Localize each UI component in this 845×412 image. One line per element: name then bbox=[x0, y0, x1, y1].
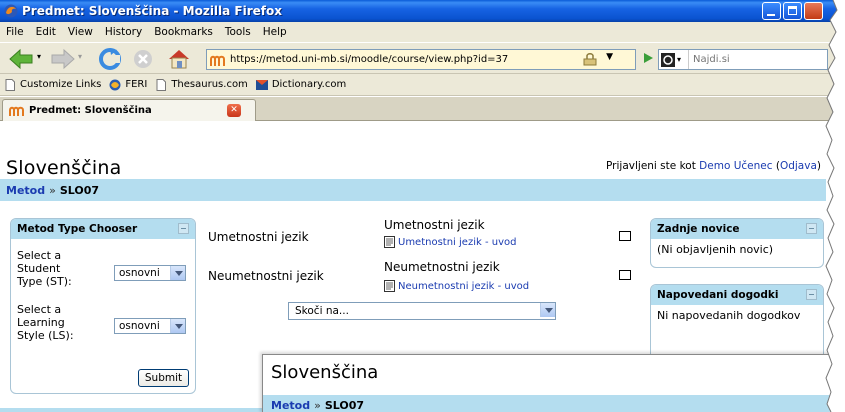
dictionary-icon bbox=[255, 79, 268, 90]
tab-label: Predmet: Slovenščina bbox=[29, 105, 152, 116]
url-dropdown-icon[interactable]: ▼ bbox=[606, 52, 613, 62]
window-title: Predmet: Slovenščina - Mozilla Firefox bbox=[22, 4, 283, 18]
events-block: Napovedani dogodki Ni napovedanih dogodk… bbox=[650, 284, 824, 360]
minimize-button[interactable] bbox=[762, 2, 781, 20]
overlay-breadcrumb-root-link[interactable]: Metod bbox=[271, 399, 310, 412]
chevron-down-icon bbox=[540, 303, 555, 317]
news-body: (Ni objavljenih novic) bbox=[657, 243, 774, 256]
overlay-breadcrumb: Metod » SLO07 bbox=[263, 395, 845, 412]
page-content: Slovenščina Prijavljeni ste kot Demo Uče… bbox=[0, 122, 845, 412]
news-block: Zadnje novice (Ni objavljenih novic) bbox=[650, 218, 824, 268]
breadcrumb-root-link[interactable]: Metod bbox=[6, 184, 45, 197]
url-bar[interactable]: ▼ bbox=[206, 49, 636, 70]
search-input[interactable] bbox=[689, 54, 819, 65]
tab-predmet-slovenscina[interactable]: Predmet: Slovenščina ✕ bbox=[2, 99, 256, 121]
block-header: Napovedani dogodki bbox=[651, 285, 823, 305]
stop-icon[interactable] bbox=[133, 49, 153, 69]
submit-button[interactable]: Submit bbox=[138, 369, 189, 387]
chevron-down-icon bbox=[170, 319, 185, 333]
bookmark-thesaurus[interactable]: Thesaurus.com bbox=[155, 78, 248, 91]
section-heading: Umetnostni jezik bbox=[384, 218, 485, 232]
breadcrumb-current: SLO07 bbox=[59, 183, 100, 197]
breadcrumb-separator: » bbox=[49, 183, 56, 197]
resource-link[interactable]: Neumetnostni jezik - uvod bbox=[384, 280, 529, 292]
search-engine-selector[interactable]: ▾ bbox=[659, 50, 689, 69]
menu-edit[interactable]: Edit bbox=[36, 26, 56, 38]
menu-tools[interactable]: Tools bbox=[225, 26, 251, 38]
section-name: Neumetnostni jezik bbox=[208, 269, 324, 283]
block-hide-icon[interactable] bbox=[806, 223, 817, 234]
tab-close-icon[interactable]: ✕ bbox=[227, 104, 241, 117]
menu-bookmarks[interactable]: Bookmarks bbox=[154, 26, 213, 38]
type-chooser-block: Metod Type Chooser Select a Student Type… bbox=[10, 218, 196, 394]
site-identity-icon[interactable] bbox=[583, 53, 597, 66]
menu-view[interactable]: View bbox=[68, 26, 93, 38]
go-arrow-icon[interactable] bbox=[641, 51, 655, 65]
block-hide-icon[interactable] bbox=[806, 289, 817, 300]
block-header: Metod Type Chooser bbox=[11, 219, 195, 239]
url-input[interactable] bbox=[230, 54, 560, 65]
close-button[interactable] bbox=[804, 2, 823, 20]
moodle-favicon-icon bbox=[210, 55, 225, 66]
forward-arrow-icon[interactable] bbox=[50, 47, 76, 71]
bookmark-customize-links[interactable]: Customize Links bbox=[4, 78, 101, 91]
highlight-checkbox[interactable] bbox=[619, 231, 631, 241]
document-icon bbox=[384, 236, 395, 248]
bookmarks-toolbar: Customize Links FERI Thesaurus.com Dicti… bbox=[0, 74, 845, 96]
maximize-button[interactable] bbox=[783, 2, 802, 20]
bookmark-dictionary[interactable]: Dictionary.com bbox=[255, 79, 346, 91]
menu-help[interactable]: Help bbox=[263, 26, 287, 38]
learning-style-select[interactable]: osnovni bbox=[114, 318, 186, 334]
breadcrumb: Metod » SLO07 bbox=[0, 179, 826, 201]
page-icon bbox=[156, 78, 167, 91]
breadcrumb-separator: » bbox=[314, 398, 321, 412]
section-name: Umetnostni jezik bbox=[208, 230, 309, 244]
search-engine-dropdown-icon: ▾ bbox=[677, 55, 682, 64]
back-arrow-icon[interactable] bbox=[8, 47, 36, 71]
page-icon bbox=[5, 78, 15, 91]
overlay-breadcrumb-current: SLO07 bbox=[324, 398, 365, 412]
back-dropdown-icon[interactable]: ▾ bbox=[37, 52, 41, 61]
login-info: Prijavljeni ste kot Demo Učenec (Odjava) bbox=[606, 160, 821, 172]
section-heading: Neumetnostni jezik bbox=[384, 260, 500, 274]
reload-icon[interactable] bbox=[97, 47, 123, 71]
resource-link[interactable]: Umetnostni jezik - uvod bbox=[384, 236, 516, 248]
menu-bar: File Edit View History Bookmarks Tools H… bbox=[0, 22, 845, 42]
events-body: Ni napovedanih dogodkov bbox=[657, 309, 801, 322]
course-title: Slovenščina bbox=[6, 157, 122, 179]
tab-strip: Predmet: Slovenščina ✕ bbox=[0, 97, 845, 121]
menu-history[interactable]: History bbox=[105, 26, 142, 38]
home-icon[interactable] bbox=[166, 47, 192, 71]
chevron-down-icon bbox=[170, 266, 185, 280]
search-engine-icon bbox=[661, 52, 675, 67]
forward-dropdown-icon[interactable]: ▾ bbox=[78, 52, 82, 61]
student-type-label: Select a Student Type (ST): bbox=[17, 249, 72, 288]
document-icon bbox=[384, 280, 395, 292]
navigation-toolbar: ▾ ▾ ▼ ▾ bbox=[0, 42, 845, 74]
search-bar[interactable]: ▾ bbox=[658, 49, 828, 70]
student-type-select[interactable]: osnovni bbox=[114, 265, 186, 281]
feri-icon bbox=[109, 79, 121, 90]
footer-strip bbox=[0, 408, 262, 412]
user-profile-link[interactable]: Demo Učenec bbox=[699, 160, 772, 172]
window-titlebar[interactable]: Predmet: Slovenščina - Mozilla Firefox bbox=[0, 0, 845, 22]
highlight-checkbox[interactable] bbox=[619, 270, 631, 280]
block-header: Zadnje novice bbox=[651, 219, 823, 239]
block-hide-icon[interactable] bbox=[178, 223, 189, 234]
firefox-icon bbox=[4, 4, 18, 18]
logout-link[interactable]: Odjava bbox=[780, 160, 817, 172]
jump-to-select[interactable]: Skoči na... bbox=[288, 302, 556, 320]
menu-file[interactable]: File bbox=[6, 26, 24, 38]
moodle-favicon-icon bbox=[9, 106, 24, 116]
bookmark-feri[interactable]: FERI bbox=[109, 79, 147, 91]
overlay-course-title: Slovenščina bbox=[271, 362, 379, 383]
overlay-page-window: Slovenščina Metod » SLO07 bbox=[262, 354, 845, 412]
learning-style-label: Select a Learning Style (LS): bbox=[17, 303, 74, 342]
